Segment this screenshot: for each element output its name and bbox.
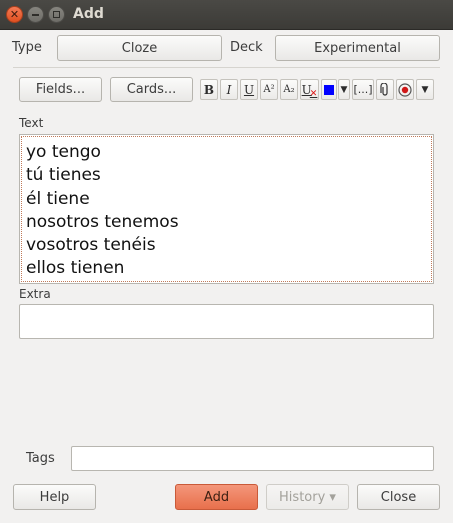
close-button[interactable]: Close [357,484,440,510]
window-close-button[interactable]: ✕ [6,6,23,23]
red-x-mark: ✕ [309,88,318,99]
subscript-button[interactable]: A₂ [280,79,298,100]
extra-field-editor[interactable] [19,304,434,339]
extra-field-label: Extra [19,287,51,301]
text-color-button[interactable] [321,79,337,100]
tags-input[interactable] [71,446,434,471]
text-field-editor[interactable]: yo tengo tú tienes él tiene nosotros ten… [19,134,434,284]
bold-button[interactable]: B [200,79,218,100]
add-note-window: ✕ Add Type Cloze Deck Experimental Field… [0,0,453,523]
close-icon: ✕ [9,8,20,21]
minimize-icon [32,13,39,16]
fields-button[interactable]: Fields... [19,77,102,102]
history-button[interactable]: History ▾ [266,484,349,510]
text-line: ellos tienen [26,258,125,279]
add-button[interactable]: Add [175,484,258,510]
dropdown-arrow-icon: ▼ [340,84,348,95]
record-icon [398,82,412,97]
text-line: él tiene [26,188,90,209]
text-line: yo tengo [26,142,101,162]
divider [13,67,440,68]
tags-label: Tags [26,451,55,466]
attach-button[interactable] [376,79,394,100]
text-line: vosotros tenéis [26,235,156,256]
cards-button[interactable]: Cards... [110,77,193,102]
record-audio-button[interactable] [396,79,414,100]
italic-button[interactable]: I [220,79,238,100]
type-label: Type [12,40,42,55]
color-swatch-icon [324,84,334,95]
more-options-button[interactable]: ▼ [416,79,434,100]
paperclip-icon [380,82,388,96]
help-button[interactable]: Help [13,484,96,510]
underline-button[interactable]: U [240,79,258,100]
maximize-icon [53,11,60,18]
text-field-label: Text [19,116,44,130]
cloze-button[interactable]: [...] [352,79,374,100]
window-title: Add [73,6,104,22]
deck-button[interactable]: Experimental [275,35,440,61]
dropdown-arrow-icon: ▼ [421,84,429,95]
window-maximize-button[interactable] [48,6,65,23]
title-bar: ✕ Add [0,0,453,30]
deck-label: Deck [230,40,263,55]
color-dropdown-button[interactable]: ▼ [338,79,350,100]
text-line: tú tienes [26,165,101,186]
note-type-button[interactable]: Cloze [57,35,222,61]
window-minimize-button[interactable] [27,6,44,23]
superscript-button[interactable]: A² [260,79,278,100]
text-line: nosotros tenemos [26,211,179,232]
clear-format-button[interactable]: U ✕ [300,79,319,100]
